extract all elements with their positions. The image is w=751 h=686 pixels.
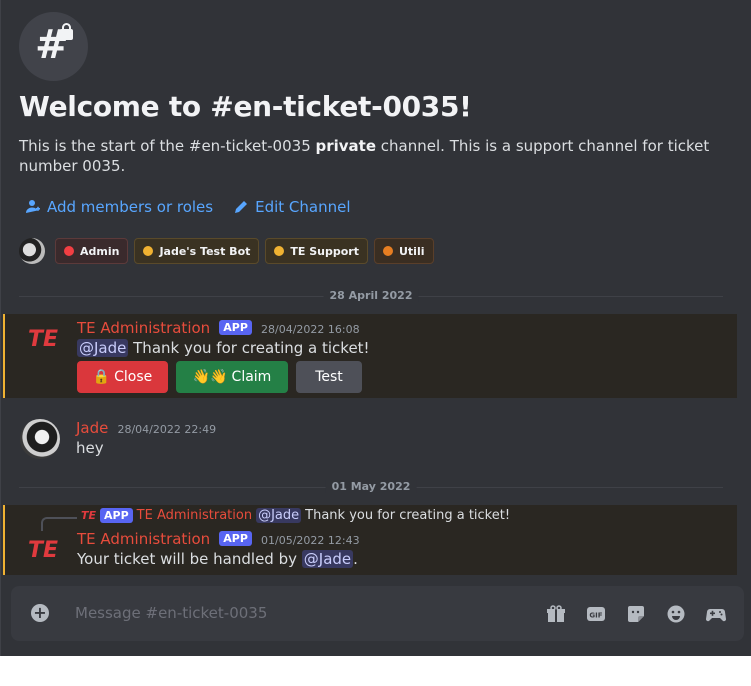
- app-tag: APP: [219, 320, 252, 335]
- role-pill-test-bot[interactable]: Jade's Test Bot: [134, 238, 260, 264]
- message-author[interactable]: TE Administration: [77, 530, 210, 548]
- reply-text: Thank you for creating a ticket!: [305, 508, 511, 523]
- message-composer: + GIF: [11, 586, 744, 641]
- user-mention[interactable]: @Jade: [77, 339, 129, 357]
- close-ticket-button[interactable]: 🔒 Close: [77, 361, 168, 393]
- add-members-label: Add members or roles: [47, 198, 214, 216]
- welcome-title: Welcome to #en-ticket-0035!: [19, 90, 472, 123]
- role-pill-utili[interactable]: Utili: [373, 238, 434, 264]
- edit-channel-label: Edit Channel: [255, 198, 351, 216]
- edit-channel-button[interactable]: Edit Channel: [233, 198, 351, 216]
- reply-mention: @Jade: [256, 508, 302, 523]
- game-controller-icon[interactable]: [706, 604, 726, 624]
- pencil-icon: [235, 201, 248, 213]
- lock-icon: [60, 23, 73, 40]
- add-members-button[interactable]: Add members or roles: [25, 198, 213, 216]
- app-tag: APP: [100, 508, 133, 523]
- message-body: TE Administration APP 28/04/2022 16:08 @…: [77, 318, 370, 393]
- message-timestamp: 28/04/2022 22:49: [117, 423, 217, 436]
- role-label: Utili: [398, 244, 425, 258]
- date-divider: 01 May 2022: [19, 480, 723, 493]
- message-author[interactable]: TE Administration: [77, 319, 210, 337]
- role-dot: [274, 246, 285, 256]
- message-text: Your ticket will be handled by @Jade.: [77, 550, 358, 568]
- message-text: hey: [76, 439, 104, 457]
- app-tag: APP: [219, 531, 252, 546]
- message-timestamp: 01/05/2022 12:43: [261, 534, 360, 547]
- close-label: Close: [114, 369, 153, 385]
- role-pill-te-support[interactable]: TE Support: [265, 238, 368, 264]
- emoji-icon[interactable]: [666, 604, 686, 624]
- message-body: Jade 28/04/2022 22:49 hey: [76, 418, 216, 457]
- user-mention[interactable]: @Jade: [301, 550, 354, 568]
- gif-icon[interactable]: GIF: [586, 604, 606, 624]
- claim-label: Claim: [231, 369, 272, 385]
- message-author[interactable]: Jade: [76, 419, 108, 437]
- user-avatar[interactable]: [20, 419, 60, 459]
- reply-author: TE Administration: [136, 508, 253, 523]
- message-body: TE Administration APP 01/05/2022 12:43 Y…: [77, 529, 360, 568]
- bot-avatar[interactable]: TE: [23, 531, 63, 571]
- member-avatar[interactable]: [19, 238, 45, 264]
- chat-view: # Welcome to #en-ticket-0035! This is th…: [0, 0, 751, 656]
- message-highlighted: TE APP TE Administration @Jade Thank you…: [3, 505, 737, 575]
- message-highlighted: TE TE Administration APP 28/04/2022 16:0…: [3, 314, 737, 398]
- message-text: @Jade Thank you for creating a ticket!: [77, 339, 370, 357]
- date-divider-label: 01 May 2022: [325, 480, 417, 493]
- channel-members-row: Admin Jade's Test Bot TE Support Utili: [19, 238, 434, 264]
- svg-text:GIF: GIF: [589, 612, 602, 620]
- role-pill-admin[interactable]: Admin: [55, 238, 129, 264]
- bot-mini-avatar: TE: [81, 509, 97, 522]
- reply-connector: [41, 517, 77, 531]
- message-input[interactable]: [75, 598, 515, 628]
- date-divider-label: 28 April 2022: [323, 289, 419, 302]
- claim-ticket-button[interactable]: 👋👋 Claim: [176, 361, 288, 393]
- sticker-icon[interactable]: [626, 604, 646, 624]
- message-buttons: 🔒 Close 👋👋 Claim Test: [77, 361, 370, 393]
- test-label: Test: [315, 369, 343, 385]
- role-dot: [64, 246, 74, 256]
- date-divider: 28 April 2022: [19, 289, 723, 302]
- reply-preview[interactable]: TE APP TE Administration @Jade Thank you…: [81, 508, 510, 523]
- channel-intro: This is the start of the #en-ticket-0035…: [19, 137, 710, 175]
- lock-emoji-icon: 🔒: [92, 369, 111, 385]
- role-label: TE Support: [290, 244, 359, 258]
- role-dot: [382, 246, 393, 256]
- add-attachment-icon[interactable]: +: [31, 604, 49, 622]
- gift-icon[interactable]: [546, 604, 566, 624]
- role-label: Admin: [80, 244, 120, 258]
- private-channel-icon: #: [19, 12, 88, 81]
- message-timestamp: 28/04/2022 16:08: [261, 323, 360, 336]
- wave-emoji-icon: 👋👋: [192, 369, 228, 385]
- test-button[interactable]: Test: [296, 361, 362, 393]
- add-members-icon: [26, 200, 40, 213]
- bot-avatar[interactable]: TE: [23, 320, 63, 360]
- channel-actions: Add members or roles Edit Channel: [25, 198, 351, 216]
- role-dot: [143, 246, 154, 256]
- role-label: Jade's Test Bot: [159, 244, 251, 258]
